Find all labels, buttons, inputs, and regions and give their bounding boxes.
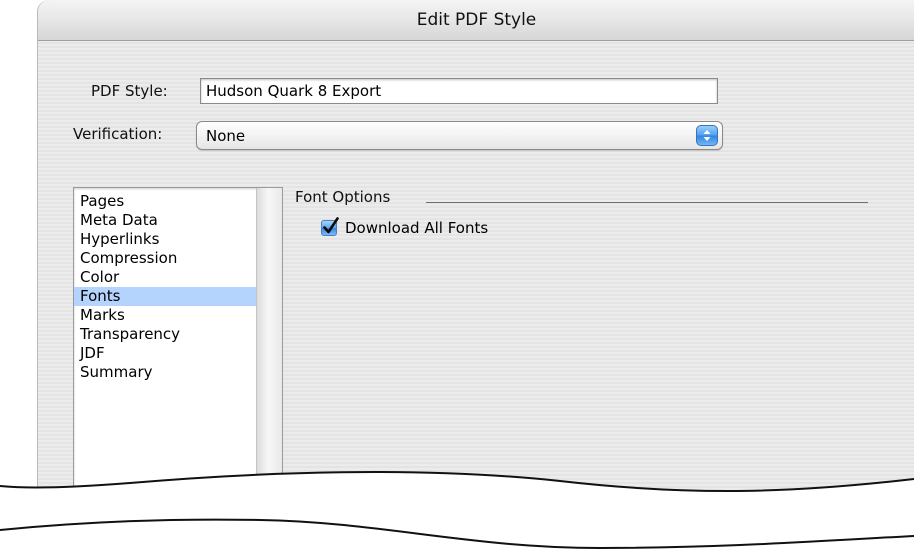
section-divider bbox=[426, 202, 868, 203]
font-options-header: Font Options bbox=[295, 188, 391, 206]
screenshot-stage: Edit PDF Style PDF Style: Verification: … bbox=[0, 0, 914, 550]
verification-selected-value: None bbox=[206, 127, 246, 145]
verification-popup[interactable]: None bbox=[196, 121, 723, 150]
category-item-fonts[interactable]: Fonts bbox=[74, 287, 256, 306]
category-item-marks[interactable]: Marks bbox=[74, 306, 256, 325]
pdf-style-name-field[interactable] bbox=[200, 78, 718, 104]
download-all-fonts-label[interactable]: Download All Fonts bbox=[345, 219, 488, 237]
checkmark-icon bbox=[323, 217, 339, 234]
verification-label: Verification: bbox=[73, 125, 163, 143]
up-down-arrows-icon bbox=[696, 125, 718, 146]
category-item-pages[interactable]: Pages bbox=[74, 192, 256, 211]
category-item-meta-data[interactable]: Meta Data bbox=[74, 211, 256, 230]
category-item-transparency[interactable]: Transparency bbox=[74, 325, 256, 344]
category-item-compression[interactable]: Compression bbox=[74, 249, 256, 268]
pdf-style-label: PDF Style: bbox=[91, 82, 168, 100]
title-bar[interactable]: Edit PDF Style bbox=[38, 0, 914, 41]
category-items: Pages Meta Data Hyperlinks Compression Color… bbox=[74, 192, 256, 382]
category-item-jdf[interactable]: JDF bbox=[74, 344, 256, 363]
list-scrollbar[interactable] bbox=[256, 188, 282, 516]
download-all-fonts-checkbox[interactable] bbox=[321, 217, 339, 236]
category-item-color[interactable]: Color bbox=[74, 268, 256, 287]
category-item-summary[interactable]: Summary bbox=[74, 363, 256, 382]
settings-category-list[interactable]: Pages Meta Data Hyperlinks Compression Color… bbox=[73, 187, 283, 517]
category-item-hyperlinks[interactable]: Hyperlinks bbox=[74, 230, 256, 249]
window-title: Edit PDF Style bbox=[416, 10, 537, 30]
